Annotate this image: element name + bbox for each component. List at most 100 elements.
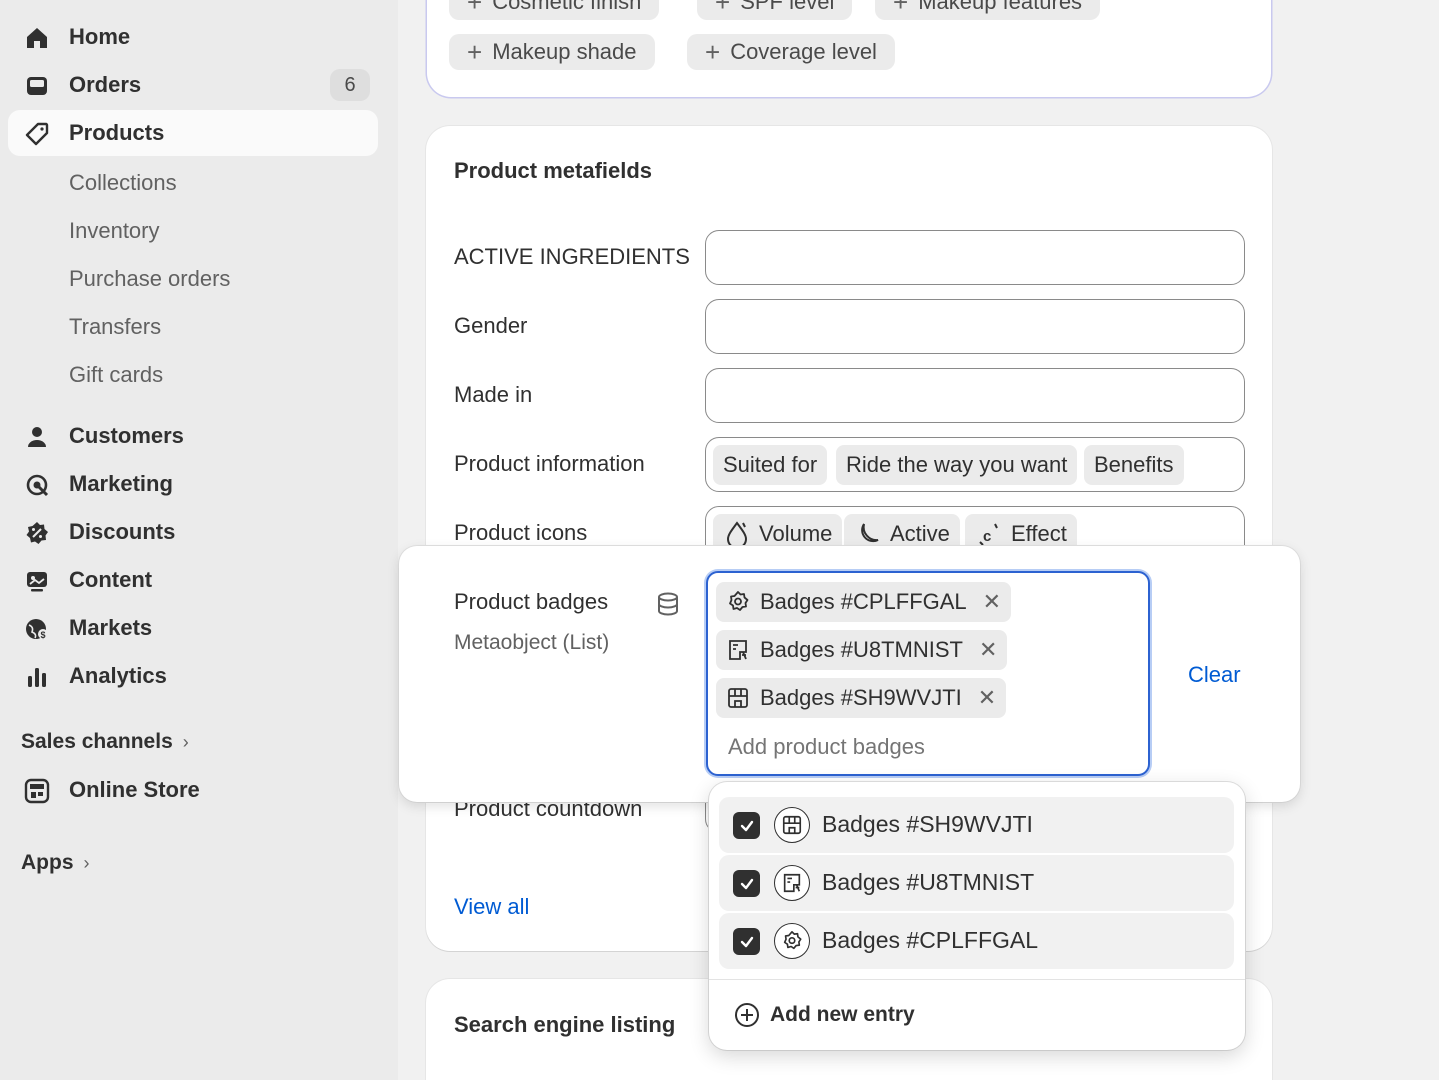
nav-customers[interactable]: Customers — [8, 413, 378, 459]
product-information-label: Product information — [454, 451, 645, 476]
tag-ride-the-way[interactable]: Ride the way you want — [836, 445, 1078, 485]
tag-label: Effect — [1011, 521, 1067, 546]
tag-label: Active — [890, 521, 950, 546]
receipt-badge-icon — [729, 640, 747, 660]
listbox-option[interactable]: Badges #U8TMNIST — [719, 855, 1234, 911]
store-badge-icon — [774, 807, 810, 843]
apps-label: Apps — [21, 851, 74, 874]
nav-marketing-label: Marketing — [69, 471, 173, 496]
nav-markets-label: Markets — [69, 615, 153, 640]
tag-benefits[interactable]: Benefits — [1084, 445, 1184, 485]
nav-transfers[interactable]: Transfers — [69, 314, 161, 340]
nav-online-store[interactable]: Online Store — [8, 767, 378, 813]
chevron-right-icon: › — [83, 852, 90, 873]
chevron-right-icon: › — [182, 731, 189, 752]
sales-channels-link[interactable]: Sales channels › — [21, 730, 189, 754]
nav-marketing[interactable]: Marketing — [8, 461, 378, 507]
globe-icon: $ — [24, 616, 50, 642]
checked-checkbox[interactable] — [733, 928, 760, 955]
nav-orders[interactable]: Orders 6 — [8, 62, 378, 108]
database-icon — [655, 591, 681, 617]
drop-icon — [726, 521, 748, 548]
apps-link[interactable]: Apps › — [21, 851, 90, 875]
nav-inventory[interactable]: Inventory — [69, 218, 160, 244]
bar-chart-icon — [24, 664, 50, 690]
chip-label: Badges #SH9WVJTI — [760, 685, 962, 710]
store-icon — [24, 778, 50, 804]
chip-label: Badges #CPLFFGAL — [760, 589, 967, 614]
receipt-badge-icon — [774, 865, 810, 901]
nav-online-store-label: Online Store — [69, 777, 200, 802]
nav-discounts-label: Discounts — [69, 519, 176, 544]
nav-analytics[interactable]: Analytics — [8, 653, 378, 699]
chip-label: Badges #U8TMNIST — [760, 637, 963, 662]
add-cosmetic-finish-button[interactable]: + Cosmetic finish — [449, 0, 660, 20]
nav-content-label: Content — [69, 567, 153, 592]
option-label: Badges #CPLFFGAL — [822, 927, 1039, 953]
nav-home[interactable]: Home — [8, 14, 378, 60]
active-ingredients-label: ACTIVE INGREDIENTS — [454, 244, 690, 269]
product-badges-combobox[interactable]: Badges #CPLFFGAL ✕ Badges #U8TMNIST ✕ Ba… — [706, 571, 1150, 776]
store-badge-icon — [728, 688, 748, 708]
orders-count-badge: 6 — [330, 69, 370, 101]
gear-badge-icon — [729, 591, 749, 611]
nav-markets[interactable]: $ Markets — [8, 605, 378, 651]
nav-products[interactable]: Products — [8, 110, 378, 156]
add-makeup-shade-button[interactable]: + Makeup shade — [449, 34, 655, 70]
card-title: Product metafields — [454, 158, 653, 183]
listbox-option[interactable]: Badges #SH9WVJTI — [719, 797, 1234, 853]
checked-checkbox[interactable] — [733, 870, 760, 897]
checked-checkbox[interactable] — [733, 812, 760, 839]
gender-label: Gender — [454, 313, 528, 338]
person-icon — [24, 424, 50, 450]
add-makeup-features-button[interactable]: + Makeup features — [875, 0, 1101, 20]
plus-icon: + — [705, 36, 721, 67]
card-title: Search engine listing — [454, 1012, 676, 1037]
inbox-icon — [24, 73, 50, 99]
nav-collections[interactable]: Collections — [69, 170, 177, 196]
clear-button[interactable]: Clear — [1188, 662, 1241, 688]
add-coverage-level-button[interactable]: + Coverage level — [687, 34, 895, 70]
selected-badge-chip: Badges #SH9WVJTI ✕ — [716, 678, 1007, 718]
listbox-option[interactable]: Badges #CPLFFGAL — [719, 913, 1234, 969]
nav-gift-cards[interactable]: Gift cards — [69, 362, 163, 388]
pill-label: SPF level — [740, 0, 835, 14]
nav-content[interactable]: Content — [8, 557, 378, 603]
remove-chip-icon[interactable]: ✕ — [983, 589, 1001, 615]
content-icon — [24, 568, 50, 594]
made-in-label: Made in — [454, 382, 533, 407]
nav-purchase-orders[interactable]: Purchase orders — [69, 266, 230, 292]
tag-suited-for[interactable]: Suited for — [713, 445, 828, 485]
plus-icon: + — [715, 0, 731, 17]
nav-orders-label: Orders — [69, 72, 142, 97]
active-ingredients-field[interactable] — [705, 230, 1245, 285]
nav-analytics-label: Analytics — [69, 663, 167, 688]
discount-icon — [24, 520, 50, 546]
made-in-field[interactable] — [705, 368, 1245, 423]
product-information-field[interactable]: Suited for Ride the way you want Benefit… — [705, 437, 1245, 492]
plus-icon: + — [467, 36, 483, 67]
gender-field[interactable] — [705, 299, 1245, 354]
product-badges-label: Product badges — [454, 589, 609, 614]
nav-discounts[interactable]: Discounts — [8, 509, 378, 555]
add-new-entry-button[interactable]: Add new entry — [734, 1002, 915, 1028]
pill-label: Cosmetic finish — [492, 0, 642, 14]
svg-text:c: c — [983, 528, 991, 545]
selected-badge-chip: Badges #CPLFFGAL ✕ — [716, 582, 1012, 622]
pill-label: Makeup features — [918, 0, 1083, 14]
add-spf-level-button[interactable]: + SPF level — [697, 0, 853, 20]
tag-icon — [24, 121, 50, 147]
sidebar: Home Orders 6 Products Collections Inven… — [0, 0, 398, 1080]
selected-badge-chip: Badges #U8TMNIST ✕ — [716, 630, 1008, 670]
option-label: Badges #SH9WVJTI — [822, 811, 1033, 837]
nav-home-label: Home — [69, 24, 131, 49]
view-all-link[interactable]: View all — [454, 894, 529, 920]
product-badges-editor: Product badges Metaobject (List) Badges … — [399, 546, 1300, 802]
plus-icon: + — [893, 0, 909, 17]
remove-chip-icon[interactable]: ✕ — [979, 637, 997, 663]
moon-icon — [861, 523, 879, 543]
remove-chip-icon[interactable]: ✕ — [978, 685, 996, 711]
add-product-badges-input[interactable] — [728, 729, 1128, 765]
nav-customers-label: Customers — [69, 423, 184, 448]
home-icon — [24, 25, 50, 51]
